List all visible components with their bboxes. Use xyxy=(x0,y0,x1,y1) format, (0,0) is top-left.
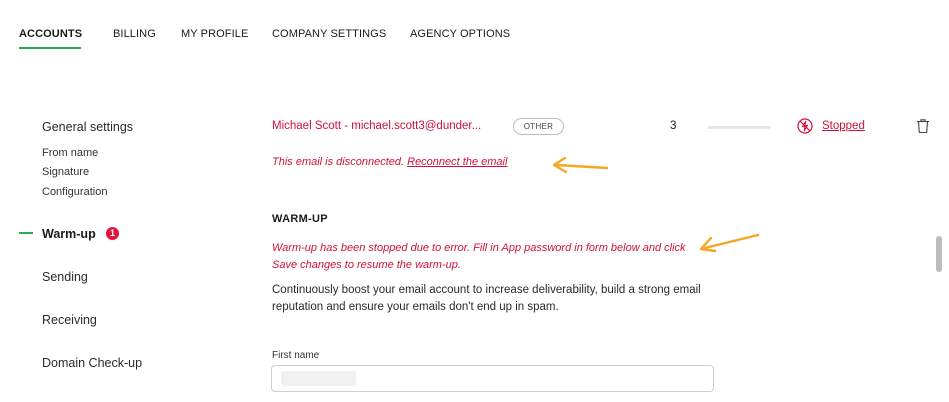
status-stopped-link[interactable]: Stopped xyxy=(822,120,865,132)
top-navigation: ACCOUNTS BILLING MY PROFILE COMPANY SETT… xyxy=(0,0,949,60)
annotation-arrow-icon xyxy=(699,233,760,253)
sidebar-subitem-signature[interactable]: Signature xyxy=(42,166,89,178)
sidebar-item-receiving[interactable]: Receiving xyxy=(42,313,97,327)
tab-my-profile[interactable]: MY PROFILE xyxy=(181,28,248,40)
redacted-value xyxy=(281,371,356,386)
warmup-description: Continuously boost your email account to… xyxy=(272,284,701,313)
page-scrollbar[interactable] xyxy=(936,236,942,272)
tab-billing[interactable]: BILLING xyxy=(113,28,156,40)
warmup-alert-badge: 1 xyxy=(106,227,119,240)
reconnect-email-link[interactable]: Reconnect the email xyxy=(407,156,507,168)
account-name-email[interactable]: Michael Scott - michael.scott3@dunder... xyxy=(272,120,481,132)
sidebar-subitem-configuration[interactable]: Configuration xyxy=(42,186,107,198)
first-name-label: First name xyxy=(272,350,320,361)
active-section-indicator xyxy=(19,232,33,234)
sidebar-item-sending[interactable]: Sending xyxy=(42,270,88,284)
account-count: 3 xyxy=(670,120,677,132)
tab-accounts[interactable]: ACCOUNTS xyxy=(19,28,82,40)
trash-icon[interactable] xyxy=(916,118,930,134)
sidebar-subitem-from-name[interactable]: From name xyxy=(42,147,98,159)
sidebar-item-warm-up[interactable]: Warm-up xyxy=(42,227,96,241)
sidebar-item-general-settings[interactable]: General settings xyxy=(42,120,133,134)
warmup-progress-track xyxy=(708,126,771,129)
disconnected-alert: This email is disconnected. Reconnect th… xyxy=(272,156,507,168)
warmup-section-title: WARM-UP xyxy=(272,213,328,225)
active-tab-indicator xyxy=(19,47,81,49)
account-provider-tag: OTHER xyxy=(513,118,564,135)
tab-company-settings[interactable]: COMPANY SETTINGS xyxy=(272,28,386,40)
tab-agency-options[interactable]: AGENCY OPTIONS xyxy=(410,28,510,40)
warmup-error-message: Warm-up has been stopped due to error. F… xyxy=(272,242,686,271)
disconnected-alert-text: This email is disconnected. xyxy=(272,156,408,168)
lightning-slash-icon xyxy=(797,118,813,134)
sidebar-item-domain-check-up[interactable]: Domain Check-up xyxy=(42,356,142,370)
annotation-arrow-icon xyxy=(552,156,609,174)
